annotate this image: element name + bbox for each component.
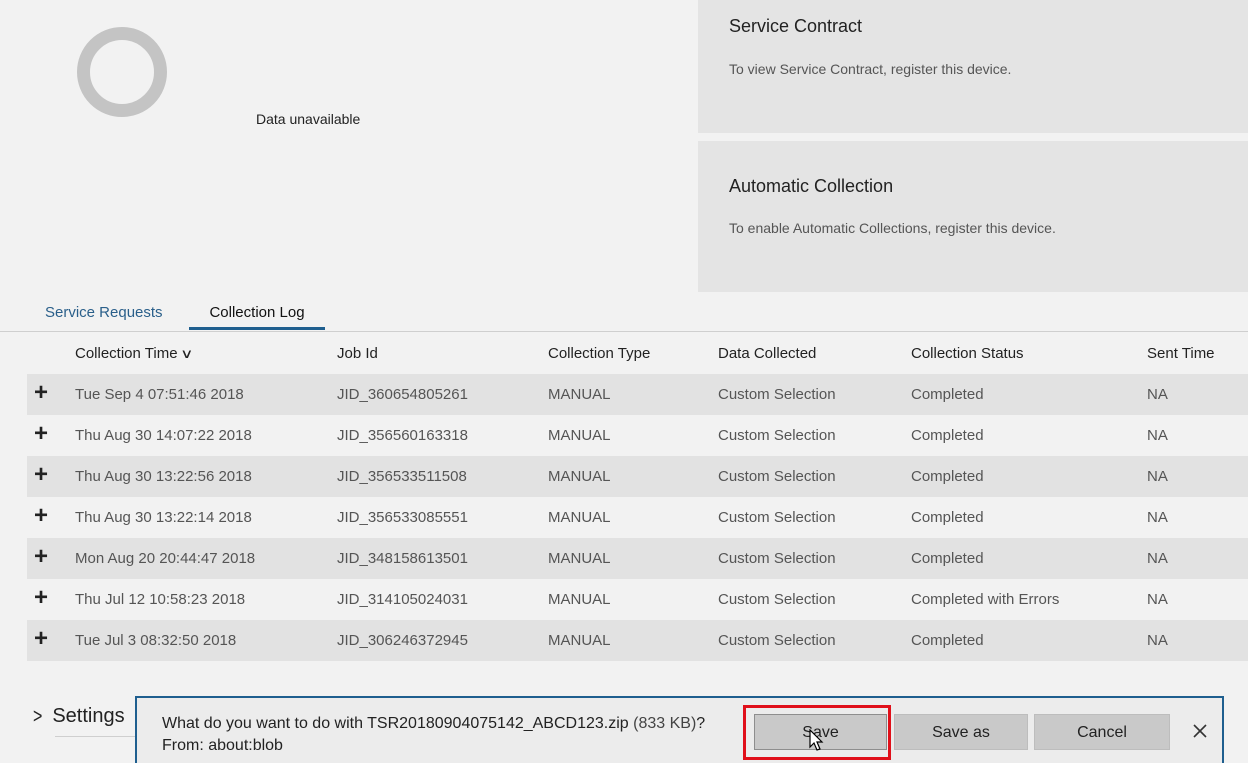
cell-sent-time: NA: [1147, 550, 1168, 567]
cell-sent-time: NA: [1147, 468, 1168, 485]
automatic-collection-title: Automatic Collection: [729, 176, 894, 196]
cell-collection-time: Thu Jul 12 10:58:23 2018: [75, 591, 246, 608]
cell-collection-time: Thu Aug 30 14:07:22 2018: [75, 427, 252, 444]
table-row: + Thu Aug 30 13:22:56 2018 JID_356533511…: [27, 456, 1248, 497]
automatic-collection-card: Automatic Collection To enable Automatic…: [698, 141, 1248, 292]
cell-data-collected: Custom Selection: [718, 427, 836, 444]
cell-collection-status: Completed: [911, 509, 984, 526]
cell-collection-time: Tue Sep 4 07:51:46 2018: [75, 386, 244, 403]
expand-row-plus-icon[interactable]: +: [34, 626, 48, 652]
cell-collection-type: MANUAL: [548, 550, 611, 567]
cell-sent-time: NA: [1147, 632, 1168, 649]
cell-collection-status: Completed: [911, 632, 984, 649]
chevron-right-icon: >: [33, 706, 43, 729]
cell-collection-type: MANUAL: [548, 427, 611, 444]
cell-collection-type: MANUAL: [548, 468, 611, 485]
cell-collection-type: MANUAL: [548, 509, 611, 526]
download-message: What do you want to do with TSR201809040…: [162, 713, 705, 757]
tab-collection-log[interactable]: Collection Log: [189, 304, 325, 330]
tab-service-requests[interactable]: Service Requests: [45, 304, 163, 329]
close-icon[interactable]: [1189, 720, 1211, 742]
cell-collection-type: MANUAL: [548, 386, 611, 403]
expand-row-plus-icon[interactable]: +: [34, 544, 48, 570]
table-row: + Thu Aug 30 13:22:14 2018 JID_356533085…: [27, 497, 1248, 538]
automatic-collection-text: To enable Automatic Collections, registe…: [729, 220, 1056, 236]
log-tabs: Service Requests Collection Log: [0, 298, 1248, 332]
column-header-collection-time[interactable]: Collection Time ∨: [75, 345, 193, 362]
cell-sent-time: NA: [1147, 509, 1168, 526]
expand-row-plus-icon[interactable]: +: [34, 585, 48, 611]
column-header-sent-time[interactable]: Sent Time: [1147, 345, 1215, 362]
download-notification-bar: What do you want to do with TSR201809040…: [135, 696, 1224, 763]
column-header-job-id[interactable]: Job Id: [337, 345, 378, 362]
cell-sent-time: NA: [1147, 591, 1168, 608]
settings-divider: [55, 736, 145, 737]
download-question-suffix: ?: [696, 715, 706, 732]
cell-collection-time: Tue Jul 3 08:32:50 2018: [75, 632, 237, 649]
cell-collection-time: Mon Aug 20 20:44:47 2018: [75, 550, 256, 567]
expand-row-plus-icon[interactable]: +: [34, 503, 48, 529]
column-header-collection-type[interactable]: Collection Type: [548, 345, 650, 362]
collection-log-table-header: Collection Time ∨ Job Id Collection Type …: [27, 336, 1248, 372]
cell-collection-type: MANUAL: [548, 632, 611, 649]
download-source: From: about:blob: [162, 737, 283, 754]
summary-donut-chart: [77, 27, 167, 117]
table-row: + Tue Sep 4 07:51:46 2018 JID_3606548052…: [27, 374, 1248, 415]
cell-job-id: JID_348158613501: [337, 550, 468, 567]
column-header-data-collected[interactable]: Data Collected: [718, 345, 816, 362]
cell-collection-time: Thu Aug 30 13:22:14 2018: [75, 509, 252, 526]
save-as-button[interactable]: Save as: [894, 714, 1028, 750]
table-row: + Thu Jul 12 10:58:23 2018 JID_314105024…: [27, 579, 1248, 620]
cell-collection-time: Thu Aug 30 13:22:56 2018: [75, 468, 252, 485]
settings-section-toggle[interactable]: > Settings: [33, 705, 125, 728]
cell-job-id: JID_360654805261: [337, 386, 468, 403]
cell-job-id: JID_306246372945: [337, 632, 468, 649]
donut-status-label: Data unavailable: [256, 111, 361, 127]
cell-collection-type: MANUAL: [548, 591, 611, 608]
download-filename: TSR20180904075142_ABCD123.zip: [367, 715, 629, 732]
download-file-size: (833 KB): [628, 715, 697, 732]
cell-data-collected: Custom Selection: [718, 509, 836, 526]
save-button[interactable]: Save: [754, 714, 887, 750]
cell-data-collected: Custom Selection: [718, 632, 836, 649]
expand-row-plus-icon[interactable]: +: [34, 380, 48, 406]
settings-label: Settings: [52, 705, 125, 727]
cell-sent-time: NA: [1147, 386, 1168, 403]
cell-job-id: JID_356533511508: [337, 468, 467, 485]
cell-job-id: JID_314105024031: [337, 591, 468, 608]
cell-collection-status: Completed with Errors: [911, 591, 1060, 608]
service-contract-title: Service Contract: [729, 16, 863, 36]
table-row: + Mon Aug 20 20:44:47 2018 JID_348158613…: [27, 538, 1248, 579]
download-question-prefix: What do you want to do with: [162, 715, 368, 732]
column-header-collection-status[interactable]: Collection Status: [911, 345, 1024, 362]
cell-data-collected: Custom Selection: [718, 468, 836, 485]
cell-job-id: JID_356560163318: [337, 427, 468, 444]
expand-row-plus-icon[interactable]: +: [34, 462, 48, 488]
cell-collection-status: Completed: [911, 386, 984, 403]
table-row: + Thu Aug 30 14:07:22 2018 JID_356560163…: [27, 415, 1248, 456]
expand-row-plus-icon[interactable]: +: [34, 421, 48, 447]
cell-data-collected: Custom Selection: [718, 386, 836, 403]
table-row: + Tue Jul 3 08:32:50 2018 JID_3062463729…: [27, 620, 1248, 661]
service-contract-text: To view Service Contract, register this …: [729, 61, 1012, 77]
cell-data-collected: Custom Selection: [718, 591, 836, 608]
cell-sent-time: NA: [1147, 427, 1168, 444]
cell-data-collected: Custom Selection: [718, 550, 836, 567]
service-contract-card: Service Contract To view Service Contrac…: [698, 0, 1248, 133]
cell-collection-status: Completed: [911, 550, 984, 567]
cell-collection-status: Completed: [911, 427, 984, 444]
collection-log-table-body: + Tue Sep 4 07:51:46 2018 JID_3606548052…: [27, 374, 1248, 661]
cell-job-id: JID_356533085551: [337, 509, 468, 526]
cancel-button[interactable]: Cancel: [1034, 714, 1170, 750]
chevron-down-icon: ∨: [179, 346, 193, 361]
cell-collection-status: Completed: [911, 468, 984, 485]
